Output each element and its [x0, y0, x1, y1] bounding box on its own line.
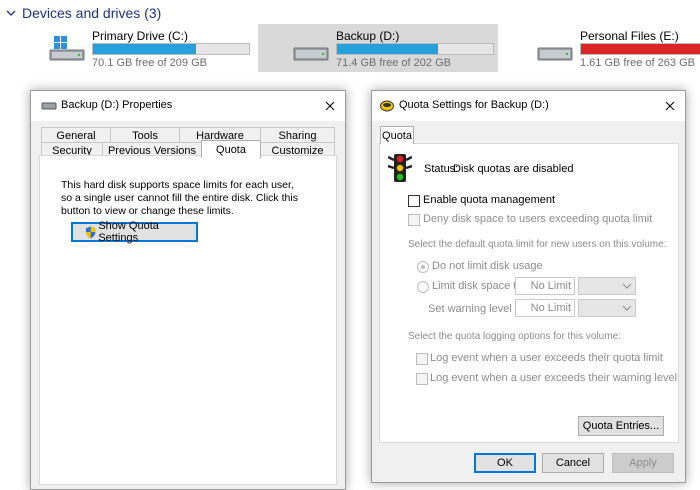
drive-name: Primary Drive (C:): [92, 29, 188, 43]
tab-general[interactable]: General: [41, 127, 111, 143]
log-warning-label: Log event when a user exceeds their warn…: [430, 372, 678, 384]
traffic-light-icon: [388, 154, 412, 182]
enable-quota-label: Enable quota management: [423, 194, 556, 206]
tab-quota[interactable]: Quota: [380, 126, 414, 144]
drive-free-space: 71.4 GB free of 202 GB: [336, 57, 451, 69]
drive-name: Backup (D:): [336, 29, 400, 43]
show-quota-settings-label: Show Quota Settings: [98, 220, 159, 244]
close-icon: [665, 101, 675, 111]
warning-unit-select[interactable]: [578, 299, 636, 317]
limit-space-radio[interactable]: [417, 281, 429, 293]
log-limit-checkbox[interactable]: [416, 353, 428, 365]
quota-dialog-title: Quota Settings for Backup (D:): [399, 99, 549, 111]
deny-space-checkbox[interactable]: [408, 214, 420, 226]
chevron-down-icon: [623, 305, 631, 311]
drive-usage-fill: [581, 44, 700, 54]
uac-shield-icon: [85, 225, 96, 239]
tab-quota[interactable]: Quota: [201, 140, 261, 158]
close-button[interactable]: [655, 91, 685, 121]
drive-tile-d[interactable]: Backup (D:) 71.4 GB free of 202 GB: [258, 24, 498, 72]
apply-button[interactable]: Apply: [612, 453, 674, 473]
drive-usage-fill: [337, 44, 439, 54]
drive-tile-e[interactable]: Personal Files (E:) 1.61 GB free of 263 …: [536, 24, 700, 72]
quota-title-icon: [380, 100, 394, 112]
devices-section-title: Devices and drives (3): [22, 5, 162, 21]
hard-drive-windows-icon: [49, 36, 85, 61]
no-limit-label: Do not limit disk usage: [432, 260, 543, 272]
cancel-button[interactable]: Cancel: [542, 453, 604, 473]
drive-title-icon: [41, 102, 57, 110]
drive-properties-dialog: Backup (D:) Properties General Tools Har…: [30, 90, 346, 490]
ok-button[interactable]: OK: [474, 453, 536, 473]
tab-sharing[interactable]: Sharing: [260, 127, 335, 143]
status-value: Disk quotas are disabled: [453, 163, 574, 175]
chevron-down-icon: [6, 10, 16, 16]
warning-value-input[interactable]: No Limit: [515, 299, 575, 317]
show-quota-settings-button[interactable]: Show Quota Settings: [71, 220, 198, 244]
devices-section-header[interactable]: Devices and drives (3): [6, 4, 161, 22]
drive-usage-bar: [336, 43, 494, 55]
drive-usage-fill: [93, 44, 196, 54]
properties-title-bar[interactable]: Backup (D:) Properties: [31, 91, 345, 121]
drive-free-space: 70.1 GB free of 209 GB: [92, 57, 207, 69]
drive-usage-bar: [580, 43, 700, 55]
default-limit-heading: Select the default quota limit for new u…: [408, 239, 667, 250]
chevron-down-icon: [623, 283, 631, 289]
quota-settings-dialog: Quota Settings for Backup (D:) Quota Sta…: [371, 90, 686, 483]
limit-unit-select[interactable]: [578, 277, 636, 295]
hard-drive-icon: [293, 47, 329, 61]
quota-title-bar[interactable]: Quota Settings for Backup (D:): [372, 91, 685, 121]
no-limit-radio[interactable]: [417, 261, 429, 273]
limit-value-input[interactable]: No Limit: [515, 277, 575, 295]
properties-title: Backup (D:) Properties: [61, 99, 173, 111]
enable-quota-checkbox[interactable]: [408, 195, 420, 207]
hard-drive-icon: [537, 47, 573, 61]
close-icon: [325, 101, 335, 111]
logging-heading: Select the quota logging options for thi…: [408, 331, 621, 342]
quota-description: This hard disk supports space limits for…: [61, 179, 298, 217]
log-warning-checkbox[interactable]: [416, 373, 428, 385]
devices-and-drives-section: Devices and drives (3) Primary Drive (C:…: [0, 0, 700, 80]
deny-space-label: Deny disk space to users exceeding quota…: [423, 213, 653, 225]
drive-tile-c[interactable]: Primary Drive (C:) 70.1 GB free of 209 G…: [48, 24, 258, 72]
limit-space-label: Limit disk space to: [432, 280, 523, 292]
drive-name: Personal Files (E:): [580, 29, 679, 43]
warning-level-label: Set warning level to: [428, 303, 524, 315]
drive-free-space: 1.61 GB free of 263 GB: [580, 57, 695, 69]
tab-row-1: General Tools Hardware Sharing: [41, 127, 335, 143]
log-limit-label: Log event when a user exceeds their quot…: [430, 352, 663, 364]
close-button[interactable]: [315, 91, 345, 121]
quota-entries-button[interactable]: Quota Entries...: [578, 416, 664, 436]
tab-tools[interactable]: Tools: [110, 127, 180, 143]
drive-usage-bar: [92, 43, 250, 55]
